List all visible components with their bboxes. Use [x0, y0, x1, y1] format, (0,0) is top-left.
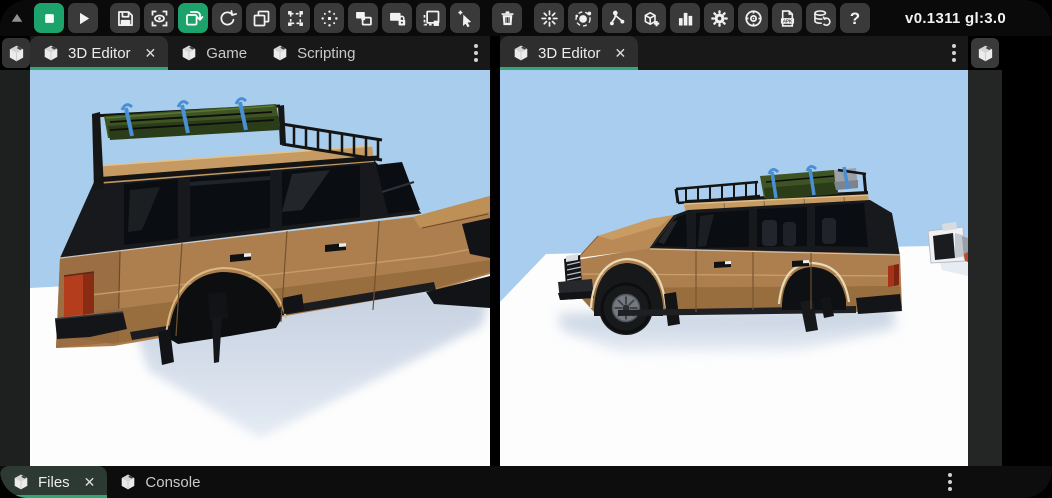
caret-up-icon[interactable] — [4, 3, 30, 33]
apk-label: APK — [782, 18, 792, 23]
move-tool-button[interactable] — [314, 3, 344, 33]
help-button[interactable]: ? — [840, 3, 870, 33]
viewport-3d-left[interactable] — [30, 70, 490, 466]
tab-label: Console — [145, 474, 200, 491]
editor-window: APK ? v0.1311 gl:3.0 3D Editor ✕ — [0, 0, 1052, 498]
left-side-rail — [0, 70, 30, 466]
settings-button[interactable] — [704, 3, 734, 33]
statistics-button[interactable] — [670, 3, 700, 33]
database-sync-button[interactable] — [806, 3, 836, 33]
light-button[interactable] — [534, 3, 564, 33]
left-pane-tabstrip: 3D Editor ✕ Game Scripting — [30, 36, 490, 70]
tab-label: Game — [206, 45, 247, 62]
particles-button[interactable] — [568, 3, 598, 33]
play-button[interactable] — [68, 3, 98, 33]
left-pane-menu-button[interactable] — [462, 39, 490, 67]
export-apk-button[interactable]: APK — [772, 3, 802, 33]
package-cube-icon — [12, 473, 30, 491]
right-panel-cube-button[interactable] — [971, 38, 999, 68]
save-button[interactable] — [110, 3, 140, 33]
tab-row: 3D Editor ✕ Game Scripting 3D Editor ✕ — [0, 36, 1052, 70]
tab-files[interactable]: Files ✕ — [0, 466, 107, 498]
stop-button[interactable] — [34, 3, 64, 33]
tab-game[interactable]: Game — [168, 36, 259, 70]
package-cube-icon — [119, 473, 137, 491]
package-cube-icon — [42, 44, 60, 62]
left-scene — [30, 70, 490, 466]
scale-tool-button[interactable] — [246, 3, 276, 33]
right-pane-menu-button[interactable] — [940, 39, 968, 67]
close-icon[interactable]: ✕ — [145, 46, 157, 60]
lock-object-button[interactable] — [382, 3, 412, 33]
viewport-3d-right[interactable] — [500, 70, 968, 466]
tab-label: 3D Editor — [538, 45, 601, 62]
package-cube-icon — [512, 44, 530, 62]
duplicate-button[interactable] — [416, 3, 446, 33]
layer-order-button[interactable] — [348, 3, 378, 33]
close-icon[interactable]: ✕ — [615, 46, 627, 60]
orbit-rotate-tool-button[interactable] — [212, 3, 242, 33]
preview-eye-button[interactable] — [144, 3, 174, 33]
spline-nodes-button[interactable] — [602, 3, 632, 33]
tab-console[interactable]: Console — [107, 466, 212, 498]
version-label: v0.1311 gl:3.0 — [905, 10, 1006, 27]
right-pane-tabstrip: 3D Editor ✕ — [500, 36, 968, 70]
right-scene — [500, 70, 968, 466]
rotate-object-tool-button[interactable] — [178, 3, 208, 33]
help-glyph: ? — [850, 10, 860, 27]
tab-scripting[interactable]: Scripting — [259, 36, 367, 70]
select-frame-tool-button[interactable] — [280, 3, 310, 33]
tab-label: 3D Editor — [68, 45, 131, 62]
package-cube-icon — [180, 44, 198, 62]
add-object-button[interactable] — [636, 3, 666, 33]
touch-pointer-button[interactable] — [450, 3, 480, 33]
package-cube-icon — [7, 44, 26, 63]
tab-3d-editor-left[interactable]: 3D Editor ✕ — [30, 36, 168, 70]
bottom-bar: Files ✕ Console — [0, 466, 1052, 498]
tab-label: Scripting — [297, 45, 355, 62]
toolbar: APK ? v0.1311 gl:3.0 — [0, 0, 1052, 36]
delete-button[interactable] — [492, 3, 522, 33]
right-side-rail — [968, 70, 1002, 466]
build-target-button[interactable] — [738, 3, 768, 33]
bottom-bar-menu-button[interactable] — [936, 468, 964, 496]
package-cube-icon — [271, 44, 289, 62]
close-icon[interactable]: ✕ — [84, 475, 96, 489]
left-panel-cube-button[interactable] — [2, 38, 30, 68]
tab-label: Files — [38, 474, 70, 491]
package-cube-icon — [976, 44, 995, 63]
tab-3d-editor-right[interactable]: 3D Editor ✕ — [500, 36, 638, 70]
